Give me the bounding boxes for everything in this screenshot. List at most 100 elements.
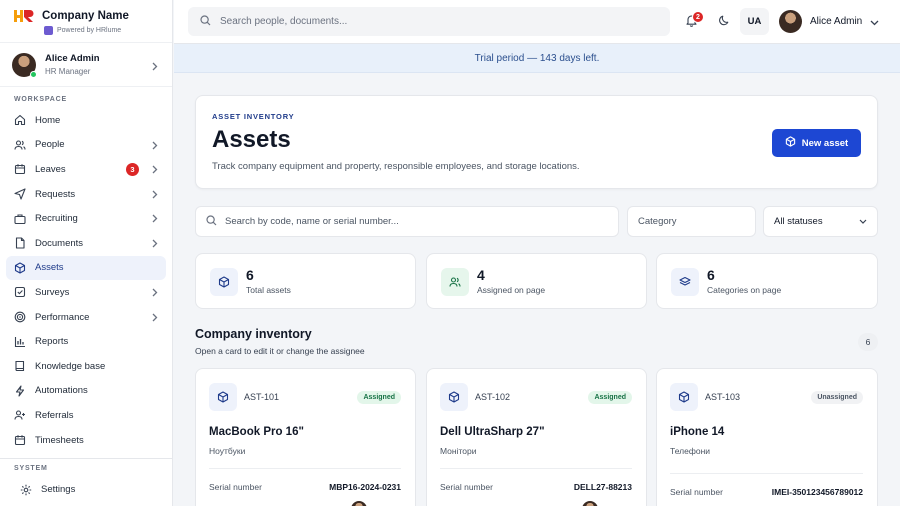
asset-card[interactable]: AST-101 Assigned MacBook Pro 16" Ноутбук…: [195, 368, 416, 506]
user-menu[interactable]: Alice Admin: [779, 10, 879, 33]
sidebar-item-leaves[interactable]: Leaves 3: [6, 157, 166, 182]
chevron-right-icon: [152, 313, 158, 325]
sidebar-item-label: Automations: [35, 385, 88, 397]
sidebar-item-knowledge-base[interactable]: Knowledge base: [6, 354, 166, 379]
sidebar-item-label: Recruiting: [35, 213, 78, 225]
book-icon: [14, 360, 26, 372]
category-filter-input[interactable]: [638, 216, 748, 227]
chevron-right-icon: [152, 288, 158, 300]
global-search-input[interactable]: [220, 16, 650, 27]
serial-number-label: Serial number: [209, 482, 262, 492]
notification-count-badge: 2: [692, 11, 704, 23]
status-filter-value: All statuses: [774, 216, 823, 227]
calendar-icon: [14, 163, 26, 175]
sidebar-item-people[interactable]: People: [6, 133, 166, 158]
assignee-avatar: [351, 501, 367, 506]
status-badge: Unassigned: [811, 391, 863, 404]
search-icon: [200, 14, 211, 29]
category-filter[interactable]: [627, 206, 756, 237]
new-asset-button-label: New asset: [801, 137, 849, 149]
chevron-right-icon: [152, 60, 158, 74]
document-icon: [14, 237, 26, 249]
target-icon: [14, 311, 26, 323]
asset-category: Телефони: [670, 446, 711, 456]
serial-number-label: Serial number: [670, 487, 723, 497]
sidebar-item-automations[interactable]: Automations: [6, 379, 166, 404]
status-badge: Assigned: [357, 391, 401, 404]
stat-value: 6: [707, 267, 715, 283]
sidebar-item-surveys[interactable]: Surveys: [6, 280, 166, 305]
new-asset-button[interactable]: New asset: [772, 129, 861, 157]
sidebar-item-label: Leaves: [35, 163, 66, 175]
sidebar-item-label: Documents: [35, 237, 84, 249]
chevron-right-icon: [152, 214, 158, 226]
avatar: [779, 10, 802, 33]
sidebar-item-settings[interactable]: Settings: [6, 477, 166, 502]
sidebar-item-label: Surveys: [35, 286, 70, 298]
sidebar-item-documents[interactable]: Documents: [6, 231, 166, 256]
sidebar-item-reports[interactable]: Reports: [6, 329, 166, 354]
asset-code: AST-101: [244, 392, 280, 402]
page-eyebrow: ASSET INVENTORY: [212, 112, 295, 121]
sidebar-item-label: Assets: [35, 262, 64, 274]
asset-code: AST-103: [705, 392, 741, 402]
language-switch-button[interactable]: UA: [740, 8, 769, 35]
asset-search-input[interactable]: [225, 216, 605, 227]
serial-number-value: DELL27-88213: [573, 482, 632, 492]
divider: [440, 468, 632, 469]
brand-name: Company Name: [42, 9, 129, 22]
moon-icon[interactable]: [719, 15, 730, 29]
sidebar-item-requests[interactable]: Requests: [6, 182, 166, 207]
page-subtitle: Track company equipment and property, re…: [212, 161, 580, 172]
asset-card[interactable]: AST-103 Unassigned iPhone 14 Телефони Se…: [656, 368, 878, 506]
sidebar-user-card[interactable]: Alice Admin HR Manager: [0, 43, 172, 87]
asset-name: Dell UltraSharp 27": [440, 426, 545, 438]
powered-by: Powered by HRlume: [44, 26, 160, 35]
global-search[interactable]: [188, 7, 670, 36]
sidebar-item-timesheets[interactable]: Timesheets: [6, 428, 166, 453]
calendar-icon: [14, 434, 26, 446]
chevron-right-icon: [152, 165, 158, 177]
avatar: [12, 52, 37, 78]
sidebar-item-label: Home: [35, 114, 61, 126]
topbar: 2 UA Alice Admin: [174, 0, 900, 44]
stat-label: Assigned on page: [477, 285, 546, 295]
sidebar-item-label: Performance: [35, 311, 90, 323]
sidebar-item-recruiting[interactable]: Recruiting: [6, 206, 166, 231]
inventory-title: Company inventory: [195, 327, 312, 341]
stat-value: 6: [246, 267, 254, 283]
serial-number-label: Serial number: [440, 482, 493, 492]
company-logo-icon: [12, 7, 36, 24]
sidebar-item-referrals[interactable]: Referrals: [6, 403, 166, 428]
asset-category: Монітори: [440, 446, 477, 456]
assignee-avatar: [582, 501, 598, 506]
stat-card-assigned: 4 Assigned on page: [426, 253, 647, 309]
box-icon: [785, 136, 796, 150]
box-icon: [209, 383, 237, 411]
status-filter-select[interactable]: All statuses: [763, 206, 878, 237]
send-icon: [14, 188, 26, 200]
asset-name: iPhone 14: [670, 426, 725, 438]
serial-number-value: IMEI-350123456789012: [771, 487, 863, 497]
sidebar-item-label: Knowledge base: [35, 360, 106, 372]
sidebar-item-home[interactable]: Home: [6, 108, 166, 133]
lightning-icon: [14, 385, 26, 397]
stat-card-total-assets: 6 Total assets: [195, 253, 416, 309]
chevron-right-icon: [152, 190, 158, 202]
asset-card[interactable]: AST-102 Assigned Dell UltraSharp 27" Мон…: [426, 368, 647, 506]
bar-chart-icon: [14, 336, 26, 348]
chevron-right-icon: [152, 141, 158, 153]
asset-search[interactable]: [195, 206, 619, 237]
sidebar-item-assets[interactable]: Assets: [6, 255, 166, 281]
checkbox-icon: [14, 286, 26, 298]
sidebar-item-performance[interactable]: Performance: [6, 305, 166, 330]
stat-label: Categories on page: [707, 285, 782, 295]
asset-code: AST-102: [475, 392, 511, 402]
system-section-label: SYSTEM: [14, 465, 48, 473]
search-icon: [206, 214, 217, 229]
sidebar: Company Name Powered by HRlume Alice Adm…: [0, 0, 173, 506]
people-icon: [14, 139, 26, 151]
online-status-dot: [30, 70, 37, 78]
page-header-card: ASSET INVENTORY Assets Track company equ…: [195, 95, 878, 189]
sidebar-user-role: HR Manager: [45, 67, 91, 76]
